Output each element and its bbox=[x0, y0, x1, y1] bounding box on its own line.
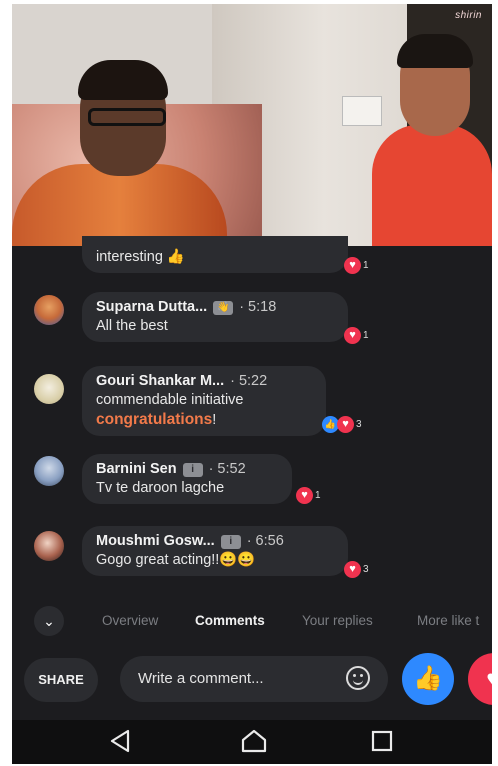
comment-time: · 5:18 bbox=[239, 299, 277, 315]
commenter-name[interactable]: Gouri Shankar M... bbox=[96, 372, 224, 391]
comment-tabs: ⌄ Overview Comments Your replies More li… bbox=[12, 604, 492, 638]
video-person-2-hair bbox=[397, 34, 473, 68]
video-switchboard bbox=[342, 96, 382, 126]
comment-time: · 6:56 bbox=[246, 533, 284, 549]
tab-overview[interactable]: Overview bbox=[102, 613, 158, 628]
comment-bubble[interactable]: Gouri Shankar M... · 5:22 commendable in… bbox=[82, 366, 326, 436]
avatar[interactable] bbox=[34, 295, 64, 325]
share-button[interactable]: SHARE bbox=[24, 658, 98, 702]
comment-item: interesting 👍 1 bbox=[12, 236, 492, 282]
love-reaction-icon bbox=[344, 561, 361, 578]
action-bar: SHARE Write a comment... 👍 ♥ bbox=[12, 652, 492, 712]
avatar[interactable] bbox=[34, 531, 64, 561]
comment-text: Tv te daroon lagche bbox=[96, 480, 225, 496]
like-button[interactable]: 👍 bbox=[402, 653, 454, 705]
comment-text: interesting 👍 bbox=[96, 249, 185, 265]
commenter-name[interactable]: Moushmi Gosw... bbox=[96, 532, 215, 551]
tab-more-like-this[interactable]: More like t bbox=[417, 613, 479, 628]
avatar[interactable] bbox=[34, 456, 64, 486]
info-badge-icon: i bbox=[182, 462, 203, 477]
comment-time: · 5:52 bbox=[208, 461, 246, 477]
recents-icon[interactable] bbox=[370, 728, 394, 754]
comment-item: Barnini Sen i · 5:52 Tv te daroon lagche… bbox=[12, 452, 492, 512]
reaction-count: 3 bbox=[363, 564, 369, 575]
video-person-1-body bbox=[12, 164, 227, 246]
video-person-2-body bbox=[372, 124, 492, 246]
back-icon[interactable] bbox=[108, 728, 132, 754]
emoji-icon[interactable] bbox=[346, 666, 370, 690]
comment-highlight-suffix: ! bbox=[212, 412, 217, 428]
comment-highlight-line: congratulations! bbox=[96, 410, 312, 430]
chevron-down-icon[interactable]: ⌄ bbox=[34, 606, 64, 636]
home-icon[interactable] bbox=[240, 728, 268, 754]
comment-bubble[interactable]: Barnini Sen i · 5:52 Tv te daroon lagche bbox=[82, 454, 292, 504]
comment-reactions[interactable]: 1 bbox=[344, 257, 369, 274]
comment-input[interactable]: Write a comment... bbox=[120, 656, 388, 702]
comment-item: Suparna Dutta... 👋 · 5:18 All the best 1 bbox=[12, 290, 492, 352]
comment-reactions[interactable]: 1 bbox=[344, 327, 369, 344]
comment-time: · 5:22 bbox=[230, 373, 268, 389]
comment-text: commendable initiative bbox=[96, 392, 244, 408]
comment-placeholder: Write a comment... bbox=[138, 670, 264, 687]
comment-highlight-word: congratulations bbox=[96, 411, 213, 428]
reaction-count: 1 bbox=[363, 260, 369, 271]
commenter-name[interactable]: Barnini Sen bbox=[96, 460, 177, 479]
avatar[interactable] bbox=[34, 374, 64, 404]
badge-icon: 👋 bbox=[213, 300, 234, 315]
commenter-name[interactable]: Suparna Dutta... bbox=[96, 298, 207, 317]
comment-reactions[interactable]: 3 bbox=[344, 561, 369, 578]
video-person-1-glasses bbox=[88, 108, 166, 126]
comment-item: Moushmi Gosw... i · 6:56 Gogo great acti… bbox=[12, 524, 492, 590]
video-person-1-hair bbox=[78, 60, 168, 100]
comment-text: All the best bbox=[96, 318, 168, 334]
comment-bubble[interactable]: Moushmi Gosw... i · 6:56 Gogo great acti… bbox=[82, 526, 348, 576]
tab-comments[interactable]: Comments bbox=[195, 613, 265, 628]
reaction-count: 1 bbox=[363, 330, 369, 341]
comment-reactions[interactable]: 3 bbox=[322, 416, 362, 433]
comment-reactions[interactable]: 1 bbox=[296, 487, 321, 504]
love-reaction-icon bbox=[337, 416, 354, 433]
love-reaction-icon bbox=[344, 257, 361, 274]
love-reaction-icon bbox=[344, 327, 361, 344]
live-video-player[interactable]: shirin bbox=[12, 4, 492, 246]
love-button[interactable]: ♥ bbox=[468, 653, 492, 705]
info-badge-icon: i bbox=[220, 534, 241, 549]
comment-text: Gogo great acting!!😀😀 bbox=[96, 552, 256, 568]
reaction-count: 1 bbox=[315, 490, 321, 501]
app-screen: shirin interesting 👍 1 Suparna Dutta... … bbox=[12, 4, 492, 764]
comment-bubble[interactable]: Suparna Dutta... 👋 · 5:18 All the best bbox=[82, 292, 348, 342]
tab-your-replies[interactable]: Your replies bbox=[302, 613, 373, 628]
system-nav-bar bbox=[12, 720, 492, 764]
comment-bubble[interactable]: interesting 👍 bbox=[82, 236, 348, 273]
video-watermark: shirin bbox=[455, 10, 482, 21]
reaction-count: 3 bbox=[356, 419, 362, 430]
comment-item: Gouri Shankar M... · 5:22 commendable in… bbox=[12, 364, 492, 448]
love-reaction-icon bbox=[296, 487, 313, 504]
